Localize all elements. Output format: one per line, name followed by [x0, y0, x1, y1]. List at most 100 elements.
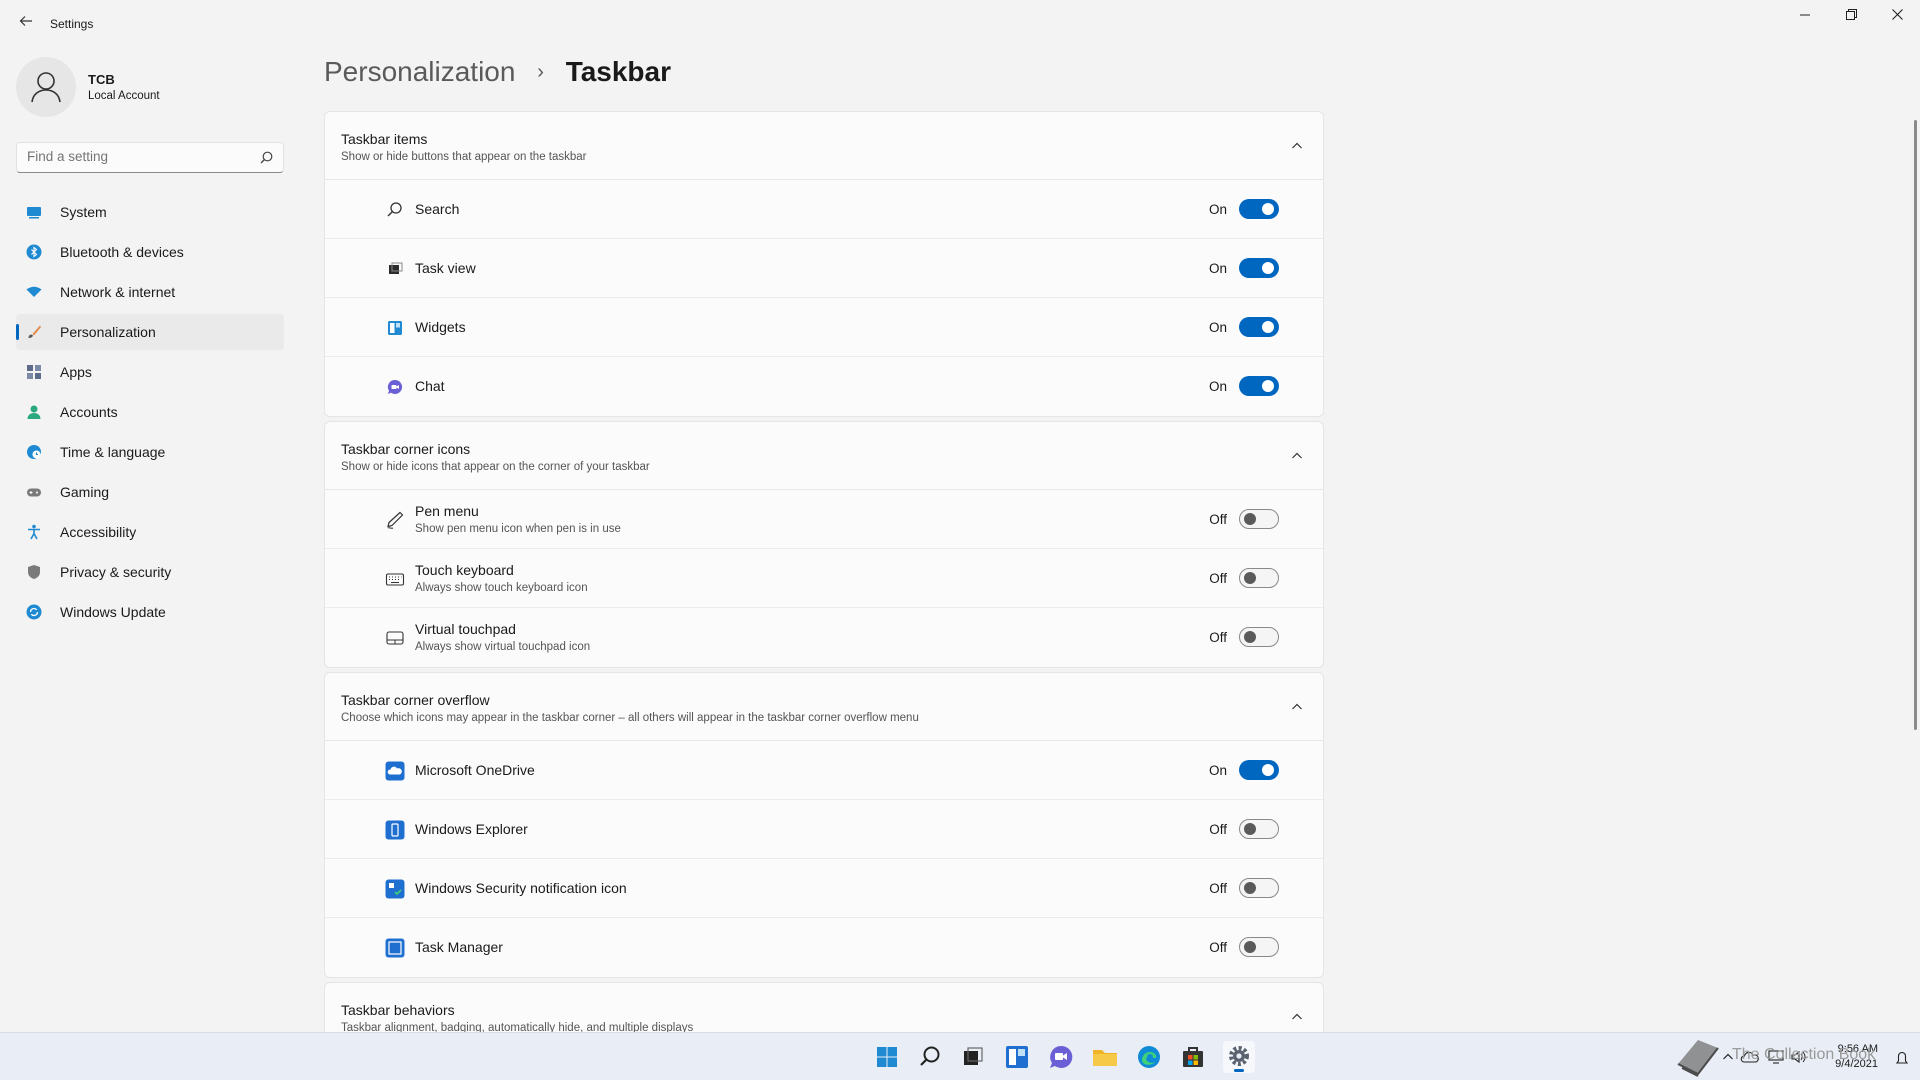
close-button[interactable]	[1874, 0, 1920, 32]
sidebar-item-label: Windows Update	[60, 604, 166, 620]
scrollbar[interactable]	[1914, 120, 1917, 730]
touchpad-icon	[386, 631, 404, 645]
windows-logo-icon	[877, 1047, 897, 1067]
chat-icon	[387, 379, 403, 394]
taskbar-file-explorer-button[interactable]	[1089, 1041, 1121, 1073]
pen-menu-toggle[interactable]	[1239, 509, 1279, 529]
settings-content: Taskbar items Show or hide buttons that …	[324, 111, 1324, 1044]
accessibility-icon	[28, 524, 40, 540]
taskbar-search-button[interactable]	[914, 1041, 946, 1073]
task-manager-toggle[interactable]	[1239, 937, 1279, 957]
section-title: Taskbar corner overflow	[341, 692, 490, 708]
task-view-toggle[interactable]	[1239, 258, 1279, 278]
task-view-icon	[964, 1047, 983, 1065]
windows-security-icon	[385, 879, 405, 899]
taskbar-store-button[interactable]	[1177, 1041, 1209, 1073]
setting-label: Windows Security notification icon	[415, 880, 627, 896]
toggle-state: On	[1208, 320, 1227, 335]
windows-security-toggle[interactable]	[1239, 878, 1279, 898]
setting-row-widgets: Widgets On	[325, 298, 1323, 357]
search-toggle[interactable]	[1239, 199, 1279, 219]
setting-row-chat: Chat On	[325, 357, 1323, 416]
windows-taskbar: 9:56 AM 9/4/2021	[0, 1032, 1920, 1080]
taskbar-widgets-button[interactable]	[1001, 1041, 1033, 1073]
shield-icon	[28, 565, 40, 579]
section-header[interactable]: Taskbar corner icons Show or hide icons …	[325, 422, 1323, 490]
minimize-button[interactable]	[1782, 0, 1828, 32]
setting-row-onedrive: Microsoft OneDrive On	[325, 741, 1323, 800]
widgets-icon	[388, 321, 402, 335]
task-manager-icon	[385, 938, 405, 958]
chevron-up-icon[interactable]	[1291, 701, 1303, 713]
sidebar-item-label: Accessibility	[60, 524, 137, 540]
breadcrumb-parent[interactable]: Personalization	[324, 56, 515, 87]
sidebar-item-accessibility[interactable]: Accessibility	[16, 514, 284, 550]
user-profile[interactable]: TCB Local Account	[16, 57, 276, 117]
taskbar-task-view-button[interactable]	[957, 1041, 989, 1073]
sidebar-item-accounts[interactable]: Accounts	[16, 394, 284, 430]
setting-description: Always show touch keyboard icon	[415, 582, 588, 594]
system-icon	[27, 207, 41, 219]
setting-label: Task Manager	[415, 939, 503, 955]
setting-label: Task view	[415, 260, 476, 276]
section-taskbar-corner-icons: Taskbar corner icons Show or hide icons …	[324, 421, 1324, 668]
setting-row-windows-security: Windows Security notification icon Off	[325, 859, 1323, 918]
breadcrumb-separator: ›	[537, 61, 544, 83]
brush-icon	[28, 325, 41, 338]
chat-toggle[interactable]	[1239, 376, 1279, 396]
folder-icon	[1093, 1050, 1117, 1066]
section-description: Show or hide icons that appear on the co…	[341, 461, 650, 473]
virtual-touchpad-toggle[interactable]	[1239, 627, 1279, 647]
search-input[interactable]	[27, 149, 247, 164]
windows-explorer-toggle[interactable]	[1239, 819, 1279, 839]
sidebar-item-windows-update[interactable]: Windows Update	[16, 594, 284, 630]
touch-keyboard-toggle[interactable]	[1239, 568, 1279, 588]
back-arrow-icon[interactable]	[14, 12, 38, 36]
search-icon	[920, 1046, 940, 1066]
section-header[interactable]: Taskbar items Show or hide buttons that …	[325, 112, 1323, 180]
book-watermark-icon	[1677, 1040, 1719, 1077]
sidebar-item-privacy-security[interactable]: Privacy & security	[16, 554, 284, 590]
settings-search[interactable]	[16, 142, 284, 173]
setting-label: Microsoft OneDrive	[415, 762, 535, 778]
start-button[interactable]	[871, 1041, 903, 1073]
apps-icon	[27, 365, 41, 379]
setting-row-pen-menu: Pen menu Show pen menu icon when pen is …	[325, 490, 1323, 549]
accounts-icon	[27, 405, 41, 419]
sidebar-item-network[interactable]: Network & internet	[16, 274, 284, 310]
toggle-state: Off	[1209, 940, 1227, 955]
sidebar-item-system[interactable]: System	[16, 194, 284, 230]
user-name: TCB	[88, 72, 115, 87]
onedrive-icon	[385, 761, 405, 781]
network-icon	[26, 286, 42, 297]
taskbar-settings-button[interactable]	[1223, 1041, 1255, 1073]
pen-icon	[387, 511, 404, 529]
notification-button[interactable]	[1892, 1033, 1912, 1080]
sidebar-item-time-language[interactable]: Time & language	[16, 434, 284, 470]
settings-window: Settings TCB Local Account Find a settin…	[0, 0, 1920, 1040]
chevron-up-icon[interactable]	[1291, 450, 1303, 462]
sidebar-item-label: Bluetooth & devices	[60, 244, 184, 260]
sidebar-item-apps[interactable]: Apps	[16, 354, 284, 390]
sidebar-item-label: Accounts	[60, 404, 118, 420]
section-header[interactable]: Taskbar corner overflow Choose which ico…	[325, 673, 1323, 741]
onedrive-toggle[interactable]	[1239, 760, 1279, 780]
chevron-up-icon[interactable]	[1291, 140, 1303, 152]
taskbar-chat-button[interactable]	[1045, 1041, 1077, 1073]
sidebar-item-personalization[interactable]: Personalization	[16, 314, 284, 350]
sidebar-item-label: Privacy & security	[60, 564, 172, 580]
widgets-toggle[interactable]	[1239, 317, 1279, 337]
sidebar-item-label: Personalization	[60, 324, 156, 340]
taskbar-edge-button[interactable]	[1133, 1041, 1165, 1073]
setting-row-virtual-touchpad: Virtual touchpad Always show virtual tou…	[325, 608, 1323, 667]
active-indicator	[16, 324, 19, 340]
gamepad-icon	[27, 488, 41, 497]
restore-button[interactable]	[1828, 0, 1874, 32]
chevron-up-icon[interactable]	[1291, 1011, 1303, 1023]
sidebar-item-label: Time & language	[60, 444, 166, 460]
sidebar-item-gaming[interactable]: Gaming	[16, 474, 284, 510]
sidebar-item-bluetooth[interactable]: Bluetooth & devices	[16, 234, 284, 270]
setting-row-windows-explorer: Windows Explorer Off	[325, 800, 1323, 859]
toggle-state: On	[1208, 379, 1227, 394]
widgets-icon	[1006, 1046, 1028, 1068]
